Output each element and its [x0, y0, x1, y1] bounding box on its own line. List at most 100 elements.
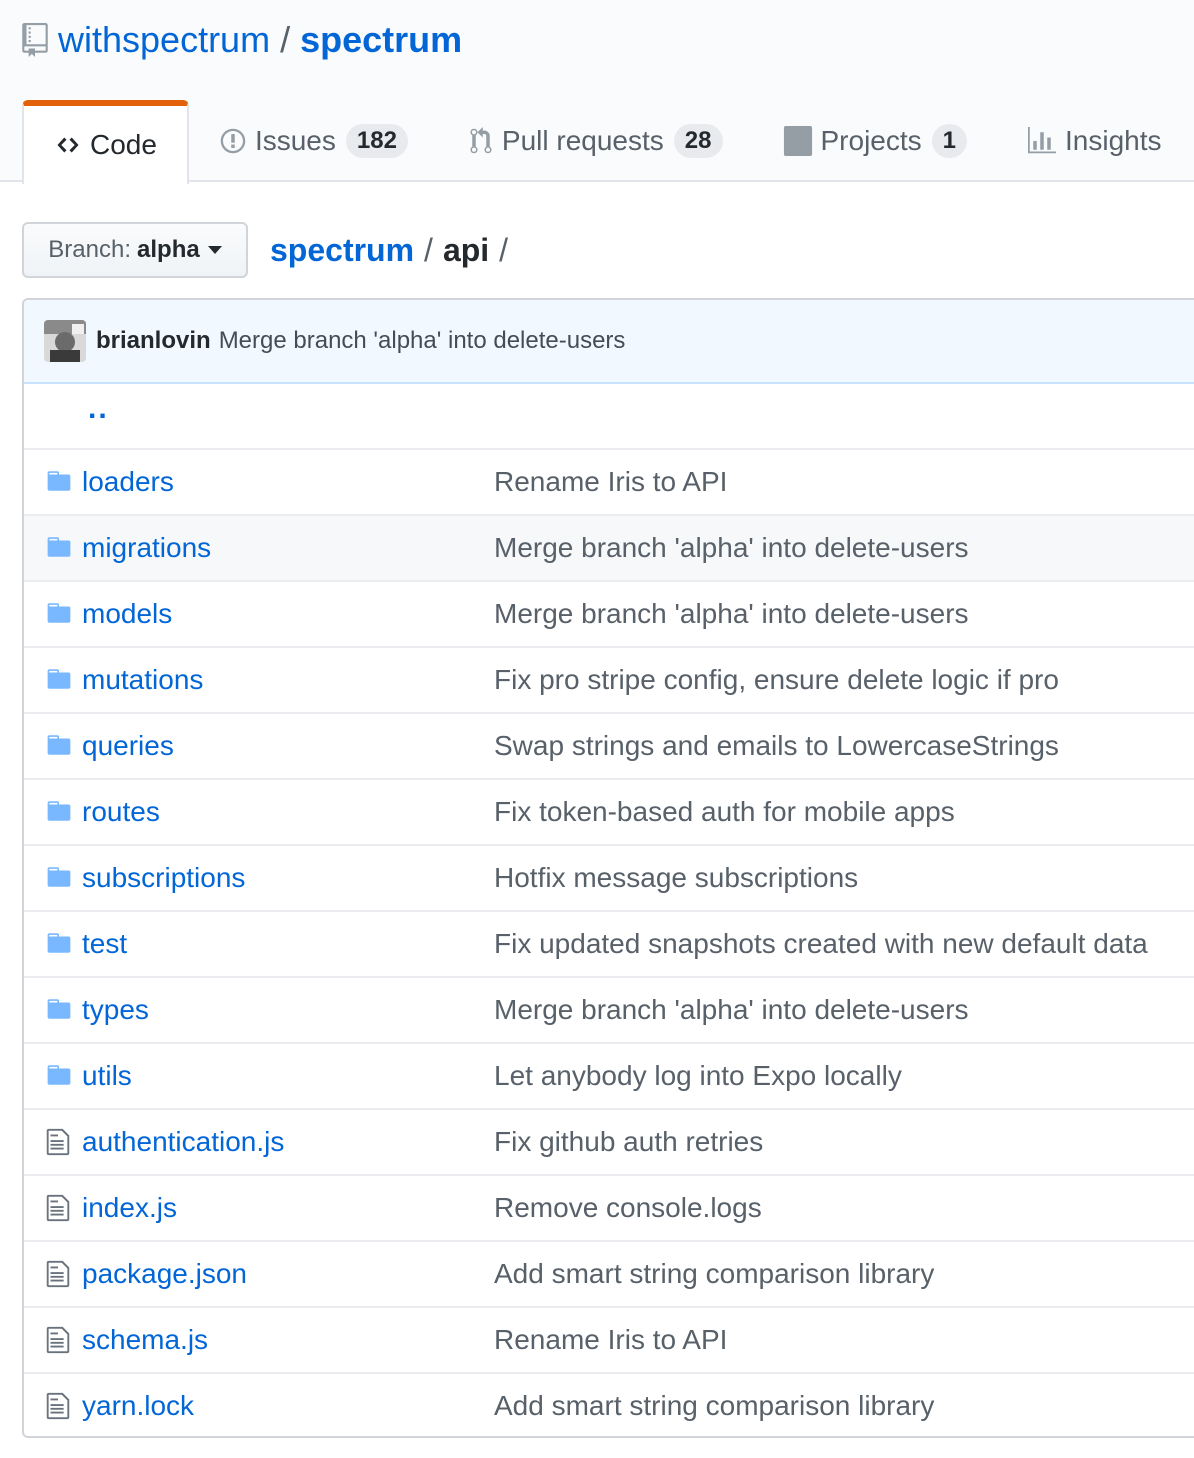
commit-message-link[interactable]: Rename Iris to API	[494, 1324, 727, 1356]
file-name-link[interactable]: loaders	[82, 466, 174, 498]
tab-issues-label: Issues	[254, 125, 336, 156]
table-row: schema.js Rename Iris to API	[24, 1306, 1194, 1372]
folder-icon	[44, 930, 74, 960]
commit-message-link[interactable]: Hotfix message subscriptions	[494, 862, 858, 894]
file-name-link[interactable]: yarn.lock	[82, 1390, 194, 1422]
file-icon	[46, 1193, 76, 1223]
file-name-link[interactable]: index.js	[82, 1192, 177, 1224]
tab-pull-requests[interactable]: Pull requests 28	[438, 100, 753, 182]
breadcrumb-root-link[interactable]: spectrum	[270, 232, 414, 269]
issues-count-badge: 182	[345, 124, 408, 158]
project-icon	[783, 126, 813, 156]
repo-title: withspectrum / spectrum	[22, 18, 462, 62]
table-row: migrations Merge branch 'alpha' into dele…	[24, 514, 1194, 580]
repo-owner-link[interactable]: withspectrum	[58, 19, 270, 61]
table-row: mutations Fix pro stripe config, ensure d…	[24, 646, 1194, 712]
table-row: loaders Rename Iris to API	[24, 448, 1194, 514]
file-name-link[interactable]: test	[82, 928, 127, 960]
file-name-link[interactable]: utils	[82, 1060, 132, 1092]
tab-pull-requests-label: Pull requests	[501, 125, 664, 156]
breadcrumb-separator: /	[499, 231, 509, 268]
breadcrumb: spectrum / api /	[270, 228, 518, 272]
branch-value: alpha	[137, 236, 200, 263]
tab-insights-label: Insights	[1065, 125, 1162, 156]
commit-message-link[interactable]: Swap strings and emails to LowercaseStri…	[494, 730, 1059, 762]
file-name-link[interactable]: mutations	[82, 664, 203, 696]
folder-icon	[44, 798, 74, 828]
folder-icon	[44, 996, 74, 1026]
commit-message-link[interactable]: Rename Iris to API	[494, 466, 727, 498]
latest-commit-bar: brianlovin Merge branch 'alpha' into del…	[24, 300, 1194, 384]
commit-message-link[interactable]: Fix token-based auth for mobile apps	[494, 796, 955, 828]
folder-icon	[44, 666, 74, 696]
projects-count-badge: 1	[931, 124, 968, 158]
table-row: authentication.js Fix github auth retries	[24, 1108, 1194, 1174]
commit-message-link[interactable]: Fix pro stripe config, ensure delete log…	[494, 664, 1059, 696]
commit-message-link[interactable]: Merge branch 'alpha' into delete-users	[494, 598, 969, 630]
graph-icon	[1027, 127, 1057, 155]
commit-message-link[interactable]: Merge branch 'alpha' into delete-users	[494, 532, 969, 564]
table-row: models Merge branch 'alpha' into delete-u…	[24, 580, 1194, 646]
file-name-link[interactable]: package.json	[82, 1258, 247, 1290]
chevron-down-icon	[207, 246, 222, 254]
repo-icon	[22, 23, 48, 57]
file-icon	[46, 1391, 76, 1421]
table-row: types Merge branch 'alpha' into delete-us…	[24, 976, 1194, 1042]
file-name-link[interactable]: schema.js	[82, 1324, 208, 1356]
tab-projects[interactable]: Projects 1	[753, 100, 998, 182]
repo-header: withspectrum / spectrum Code Issues 182 …	[0, 0, 1194, 184]
tab-issues[interactable]: Issues 182	[189, 100, 438, 182]
table-row: package.json Add smart string comparison …	[24, 1240, 1194, 1306]
file-name-link[interactable]: authentication.js	[82, 1126, 284, 1158]
table-row: yarn.lock Add smart string comparison lib…	[24, 1372, 1194, 1436]
commit-message-link[interactable]: Merge branch 'alpha' into delete-users	[219, 327, 626, 355]
folder-icon	[44, 1062, 74, 1092]
folder-icon	[44, 864, 74, 894]
table-row: utils Let anybody log into Expo locally	[24, 1042, 1194, 1108]
file-icon	[46, 1325, 76, 1355]
parent-directory-row: ..	[24, 384, 1194, 448]
tab-insights[interactable]: Insights	[997, 100, 1192, 182]
file-name-link[interactable]: routes	[82, 796, 160, 828]
file-name-link[interactable]: models	[82, 598, 172, 630]
parent-directory-link[interactable]: ..	[88, 392, 109, 426]
table-row: test Fix updated snapshots created with n…	[24, 910, 1194, 976]
file-name-link[interactable]: queries	[82, 730, 174, 762]
file-name-link[interactable]: types	[82, 994, 149, 1026]
folder-icon	[44, 732, 74, 762]
branch-select-button[interactable]: Branch: alpha	[22, 222, 248, 278]
commit-message-link[interactable]: Add smart string comparison library	[494, 1390, 934, 1422]
branch-label: Branch:	[48, 236, 132, 263]
tab-code[interactable]: Code	[22, 100, 189, 184]
file-icon	[46, 1259, 76, 1289]
table-row: subscriptions Hotfix message subscription…	[24, 844, 1194, 910]
repo-name-link[interactable]: spectrum	[300, 19, 462, 61]
folder-icon	[44, 600, 74, 630]
commit-message-link[interactable]: Fix github auth retries	[494, 1126, 763, 1158]
breadcrumb-current: api	[442, 231, 490, 268]
git-pull-request-icon	[468, 127, 494, 155]
folder-icon	[44, 534, 74, 564]
file-navigation-table: brianlovin Merge branch 'alpha' into del…	[22, 298, 1194, 1438]
commit-message-link[interactable]: Add smart string comparison library	[494, 1258, 934, 1290]
tab-projects-label: Projects	[820, 125, 922, 156]
commit-message-link[interactable]: Let anybody log into Expo locally	[494, 1060, 902, 1092]
commit-message-link[interactable]: Merge branch 'alpha' into delete-users	[494, 994, 969, 1026]
file-icon	[46, 1127, 76, 1157]
repo-path-separator: /	[280, 19, 291, 60]
pull-requests-count-badge: 28	[673, 124, 723, 158]
code-icon	[54, 133, 82, 157]
file-name-link[interactable]: subscriptions	[82, 862, 245, 894]
issue-opened-icon	[219, 127, 247, 155]
commit-message-link[interactable]: Remove console.logs	[494, 1192, 762, 1224]
repo-nav-tabs: Code Issues 182 Pull requests 28 Project…	[22, 100, 1192, 184]
table-row: routes Fix token-based auth for mobile ap…	[24, 778, 1194, 844]
file-name-link[interactable]: migrations	[82, 532, 211, 564]
tab-code-label: Code	[90, 129, 157, 160]
commit-message-link[interactable]: Fix updated snapshots created with new d…	[494, 928, 1148, 960]
folder-icon	[44, 468, 74, 498]
avatar[interactable]	[44, 320, 86, 362]
table-row: index.js Remove console.logs	[24, 1174, 1194, 1240]
breadcrumb-separator: /	[424, 231, 433, 268]
commit-author-link[interactable]: brianlovin	[96, 327, 211, 355]
